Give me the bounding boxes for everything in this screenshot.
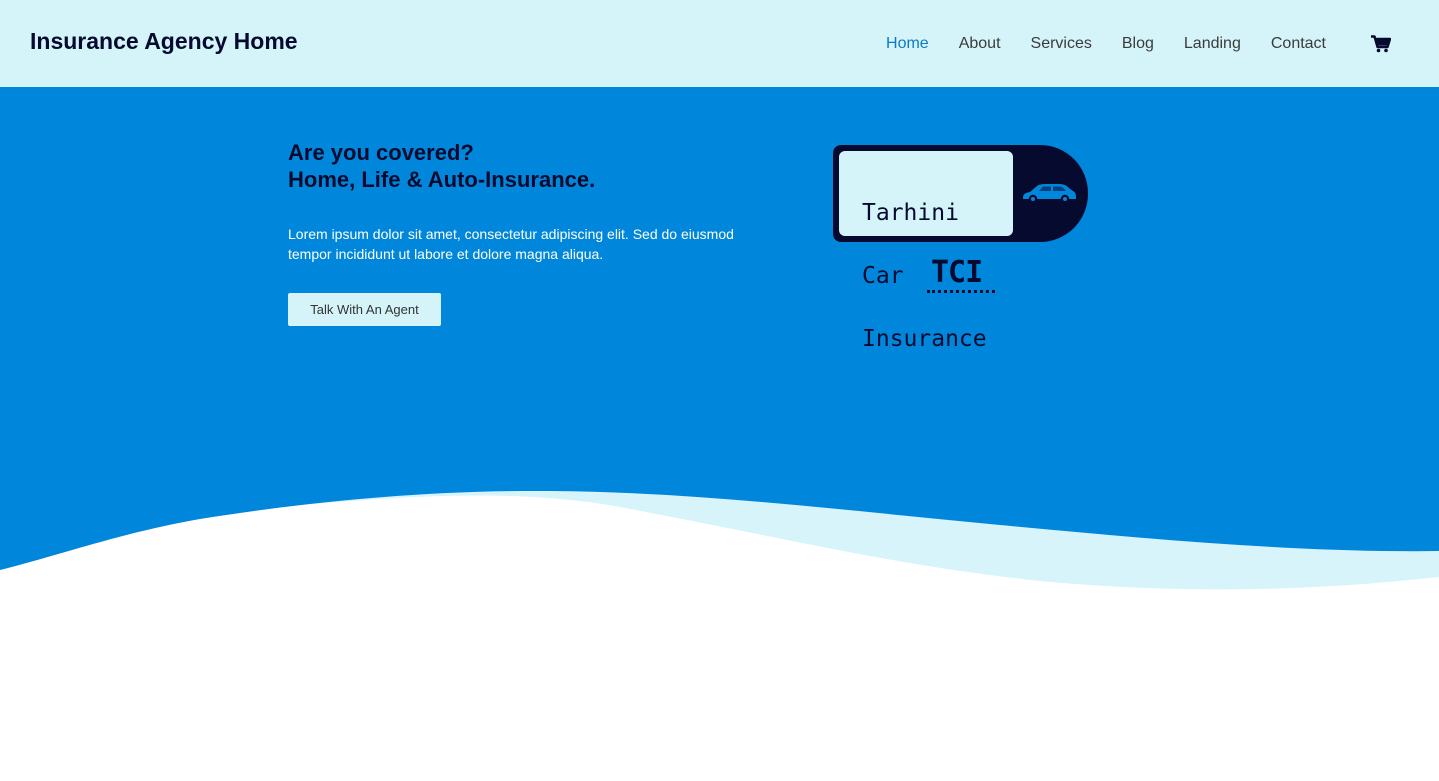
nav-blog[interactable]: Blog xyxy=(1122,35,1154,53)
hero-heading-line1: Are you covered? xyxy=(288,140,474,165)
car-icon xyxy=(1023,184,1076,204)
logo-dotted-underline xyxy=(927,290,995,293)
nav-home[interactable]: Home xyxy=(886,35,929,53)
hero-description: Lorem ipsum dolor sit amet, consectetur … xyxy=(288,226,734,262)
logo-abbreviation: TCI xyxy=(931,255,983,290)
logo-badge: Tarhini Car Insurance xyxy=(833,145,1088,351)
logo-line-1: Tarhini xyxy=(862,200,959,226)
shopping-cart-icon[interactable] xyxy=(1371,34,1392,53)
hero-heading-line2: Home, Life & Auto-Insurance. xyxy=(288,167,596,192)
nav-landing[interactable]: Landing xyxy=(1184,35,1241,53)
nav-services[interactable]: Services xyxy=(1031,35,1092,53)
main-nav: Home About Services Blog Landing Contact xyxy=(886,0,1439,87)
site-header: Insurance Agency Home Home About Service… xyxy=(0,0,1439,87)
hero-heading: Are you covered? Home, Life & Auto-Insur… xyxy=(288,139,595,193)
hero-wave-background xyxy=(0,87,1439,607)
company-logo: Tarhini Car Insurance TCI xyxy=(833,145,1089,351)
talk-with-agent-button[interactable]: Talk With An Agent xyxy=(288,293,441,326)
nav-contact[interactable]: Contact xyxy=(1271,35,1326,53)
logo-line-3: Insurance xyxy=(862,326,987,352)
hero-section: Are you covered? Home, Life & Auto-Insur… xyxy=(0,87,1439,607)
nav-about[interactable]: About xyxy=(959,35,1001,53)
site-title[interactable]: Insurance Agency Home xyxy=(30,28,298,55)
